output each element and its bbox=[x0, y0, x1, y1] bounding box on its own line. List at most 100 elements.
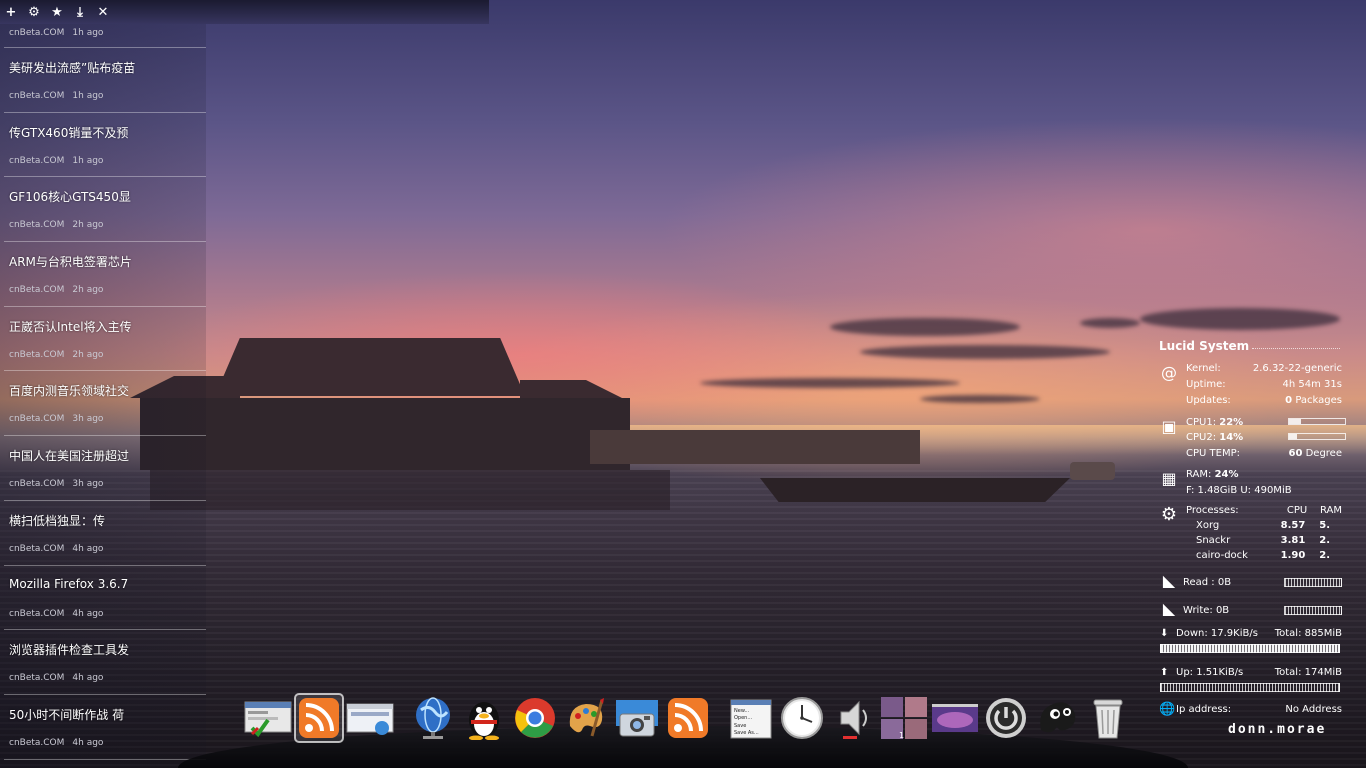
feed-item-source: cnBeta.COM bbox=[9, 737, 65, 748]
add-feed-button[interactable]: + bbox=[4, 5, 18, 19]
feed-item[interactable]: 正崴否认Intel将入主传 cnBeta.COM 2h ago bbox=[4, 307, 206, 372]
feed-item-age: 3h ago bbox=[72, 479, 104, 490]
feed-item-title[interactable]: 50小时不间断作战 荷 bbox=[9, 706, 124, 723]
disk-read-graph bbox=[1284, 578, 1342, 587]
process-ram: 2. bbox=[1319, 550, 1330, 561]
feed-item-source: cnBeta.COM bbox=[9, 673, 65, 684]
feed-item[interactable]: 美研发出流感”贴布疫苗 cnBeta.COM 1h ago bbox=[4, 48, 206, 113]
water-reflection bbox=[150, 470, 670, 510]
menu-line-open: Open... bbox=[734, 715, 753, 721]
feed-item-source: cnBeta.COM bbox=[9, 608, 65, 619]
process-name: Snackr bbox=[1196, 535, 1231, 546]
window-thumbnail-icon[interactable] bbox=[244, 694, 292, 742]
feed-item-meta: cnBeta.COM 1h ago bbox=[9, 28, 103, 38]
close-button[interactable]: ✕ bbox=[96, 5, 110, 19]
ip-address-label: Ip address: bbox=[1176, 704, 1232, 715]
feed-item-title[interactable]: 美研发出流感”贴布疫苗 bbox=[9, 59, 135, 76]
menu-line-new: New... bbox=[734, 708, 750, 714]
processes-label: Processes: bbox=[1186, 505, 1239, 516]
feed-item-meta: cnBeta.COM 4h ago bbox=[9, 609, 103, 619]
paint-palette-icon[interactable] bbox=[562, 694, 610, 742]
feed-item-meta: cnBeta.COM 2h ago bbox=[9, 350, 103, 360]
process-cpu: 8.57 bbox=[1280, 520, 1306, 531]
rss-feed-icon[interactable] bbox=[664, 694, 712, 742]
feed-item-title[interactable]: 中国人在美国注册超过 bbox=[9, 447, 129, 464]
feed-item[interactable]: 横扫低档独显：传 cnBeta.COM 4h ago bbox=[4, 501, 206, 566]
signature-text: donn.morae bbox=[1228, 722, 1327, 737]
feed-item[interactable]: Mozilla Firefox 3.6.7 cnBeta.COM 4h ago bbox=[4, 566, 206, 631]
feed-item-title[interactable]: 传GTX460销量不及预 bbox=[9, 124, 128, 141]
cpu2-value: 14% bbox=[1219, 432, 1244, 443]
feed-item-meta: cnBeta.COM 4h ago bbox=[9, 673, 103, 683]
desktop-preview-icon[interactable] bbox=[931, 694, 979, 742]
col-ram-header: RAM bbox=[1319, 505, 1342, 516]
feed-item-age: 1h ago bbox=[72, 91, 104, 101]
feed-item-title[interactable]: ARM与台积电签署芯片 bbox=[9, 253, 132, 270]
menu-window-icon[interactable]: New... Open... Save Save As... bbox=[727, 694, 775, 742]
minimize-button[interactable]: ⤓ bbox=[73, 5, 87, 19]
feed-item[interactable]: GF106核心GTS450显 cnBeta.COM 2h ago bbox=[4, 177, 206, 243]
feed-item-source: cnBeta.COM bbox=[9, 479, 65, 490]
chrome-icon[interactable] bbox=[511, 694, 559, 742]
workspace-switcher-icon[interactable]: 1 bbox=[880, 694, 928, 742]
conky-system-monitor: Lucid System @ Kernel: 2.6.32-22-generic … bbox=[1152, 333, 1346, 753]
feed-item-title[interactable]: 横扫低档独显：传 bbox=[9, 512, 105, 529]
conky-title: Lucid System bbox=[1159, 339, 1250, 353]
disk-read-label: Read : 0B bbox=[1183, 577, 1232, 588]
feed-item-title[interactable]: Mozilla Firefox 3.6.7 bbox=[9, 577, 128, 591]
download-graph bbox=[1160, 644, 1340, 653]
window-thumbnail-browser-icon[interactable] bbox=[346, 694, 394, 742]
feed-item[interactable]: 中国人在美国注册超过 cnBeta.COM 3h ago bbox=[4, 436, 206, 501]
qq-penguin-icon[interactable] bbox=[460, 694, 508, 742]
news-feed-panel: cnBeta.COM 1h ago 美研发出流感”贴布疫苗 cnBeta.COM 1… bbox=[0, 24, 206, 768]
cpu2-bar bbox=[1288, 433, 1346, 440]
col-cpu-header: CPU bbox=[1286, 505, 1308, 516]
clock-icon[interactable] bbox=[778, 694, 826, 742]
trash-icon[interactable] bbox=[1084, 694, 1132, 742]
feed-item[interactable]: ARM与台积电签署芯片 cnBeta.COM 2h ago bbox=[4, 242, 206, 307]
feed-item-source: cnBeta.COM bbox=[9, 285, 65, 296]
feed-item-meta: cnBeta.COM 4h ago bbox=[9, 738, 103, 748]
power-icon[interactable] bbox=[982, 694, 1030, 742]
ram-detail: F: 1.48GiB U: 490MiB bbox=[1186, 485, 1292, 496]
feed-item-title[interactable]: 正崴否认Intel将入主传 bbox=[9, 318, 132, 335]
hut-roof bbox=[215, 338, 525, 396]
feed-item-meta: cnBeta.COM 3h ago bbox=[9, 479, 103, 489]
feed-item-age: 4h ago bbox=[72, 673, 104, 684]
feed-item-title[interactable]: GF106核心GTS450显 bbox=[9, 188, 131, 205]
down-total: Total: 885MiB bbox=[1274, 628, 1342, 639]
favorite-button[interactable]: ★ bbox=[50, 5, 64, 19]
volume-icon[interactable] bbox=[829, 694, 877, 742]
updates-value: 0 bbox=[1285, 395, 1293, 406]
camera-icon[interactable] bbox=[613, 694, 661, 742]
feed-item-title[interactable]: 百度内测音乐领域社交 bbox=[9, 382, 129, 399]
feed-item-age: 2h ago bbox=[72, 349, 104, 360]
feed-item[interactable]: 传GTX460销量不及预 cnBeta.COM 1h ago bbox=[4, 113, 206, 178]
process-name: cairo-dock bbox=[1196, 550, 1248, 561]
feed-item-source: cnBeta.COM bbox=[9, 91, 65, 101]
up-speed-label: Up: 1.51KiB/s bbox=[1176, 667, 1244, 678]
network-globe-icon[interactable] bbox=[409, 694, 457, 742]
feed-item-title[interactable]: 浏览器插件检查工具发 bbox=[9, 641, 129, 658]
feed-item[interactable]: 50小时不间断作战 荷 cnBeta.COM 4h ago bbox=[4, 695, 206, 760]
feed-item-source: cnBeta.COM bbox=[9, 414, 65, 425]
ram-value: 24% bbox=[1214, 469, 1239, 480]
close-icon: ✕ bbox=[97, 4, 109, 20]
feed-item[interactable]: cnBeta.COM 1h ago bbox=[4, 24, 206, 48]
updates-label: Updates: bbox=[1186, 395, 1231, 406]
ip-address-value: No Address bbox=[1285, 704, 1342, 715]
rss-reader-icon[interactable] bbox=[294, 693, 344, 743]
pier bbox=[590, 430, 920, 464]
gimp-icon[interactable] bbox=[1033, 694, 1081, 742]
menu-line-save-as: Save As... bbox=[734, 730, 759, 736]
uptime-value: 4h 54m 31s bbox=[1282, 379, 1342, 390]
feed-item[interactable]: 浏览器插件检查工具发 cnBeta.COM 4h ago bbox=[4, 630, 206, 695]
star-icon: ★ bbox=[51, 4, 63, 20]
settings-button[interactable]: ⚙ bbox=[27, 5, 41, 19]
feed-item-meta: cnBeta.COM 4h ago bbox=[9, 544, 103, 554]
conky-title-rule bbox=[1252, 348, 1340, 349]
feed-item-source: cnBeta.COM bbox=[9, 220, 65, 231]
feed-item[interactable]: 百度内测音乐领域社交 cnBeta.COM 3h ago bbox=[4, 371, 206, 437]
feed-item-source: cnBeta.COM bbox=[9, 155, 65, 166]
download-arrow-icon: ⬇ bbox=[1160, 628, 1169, 639]
